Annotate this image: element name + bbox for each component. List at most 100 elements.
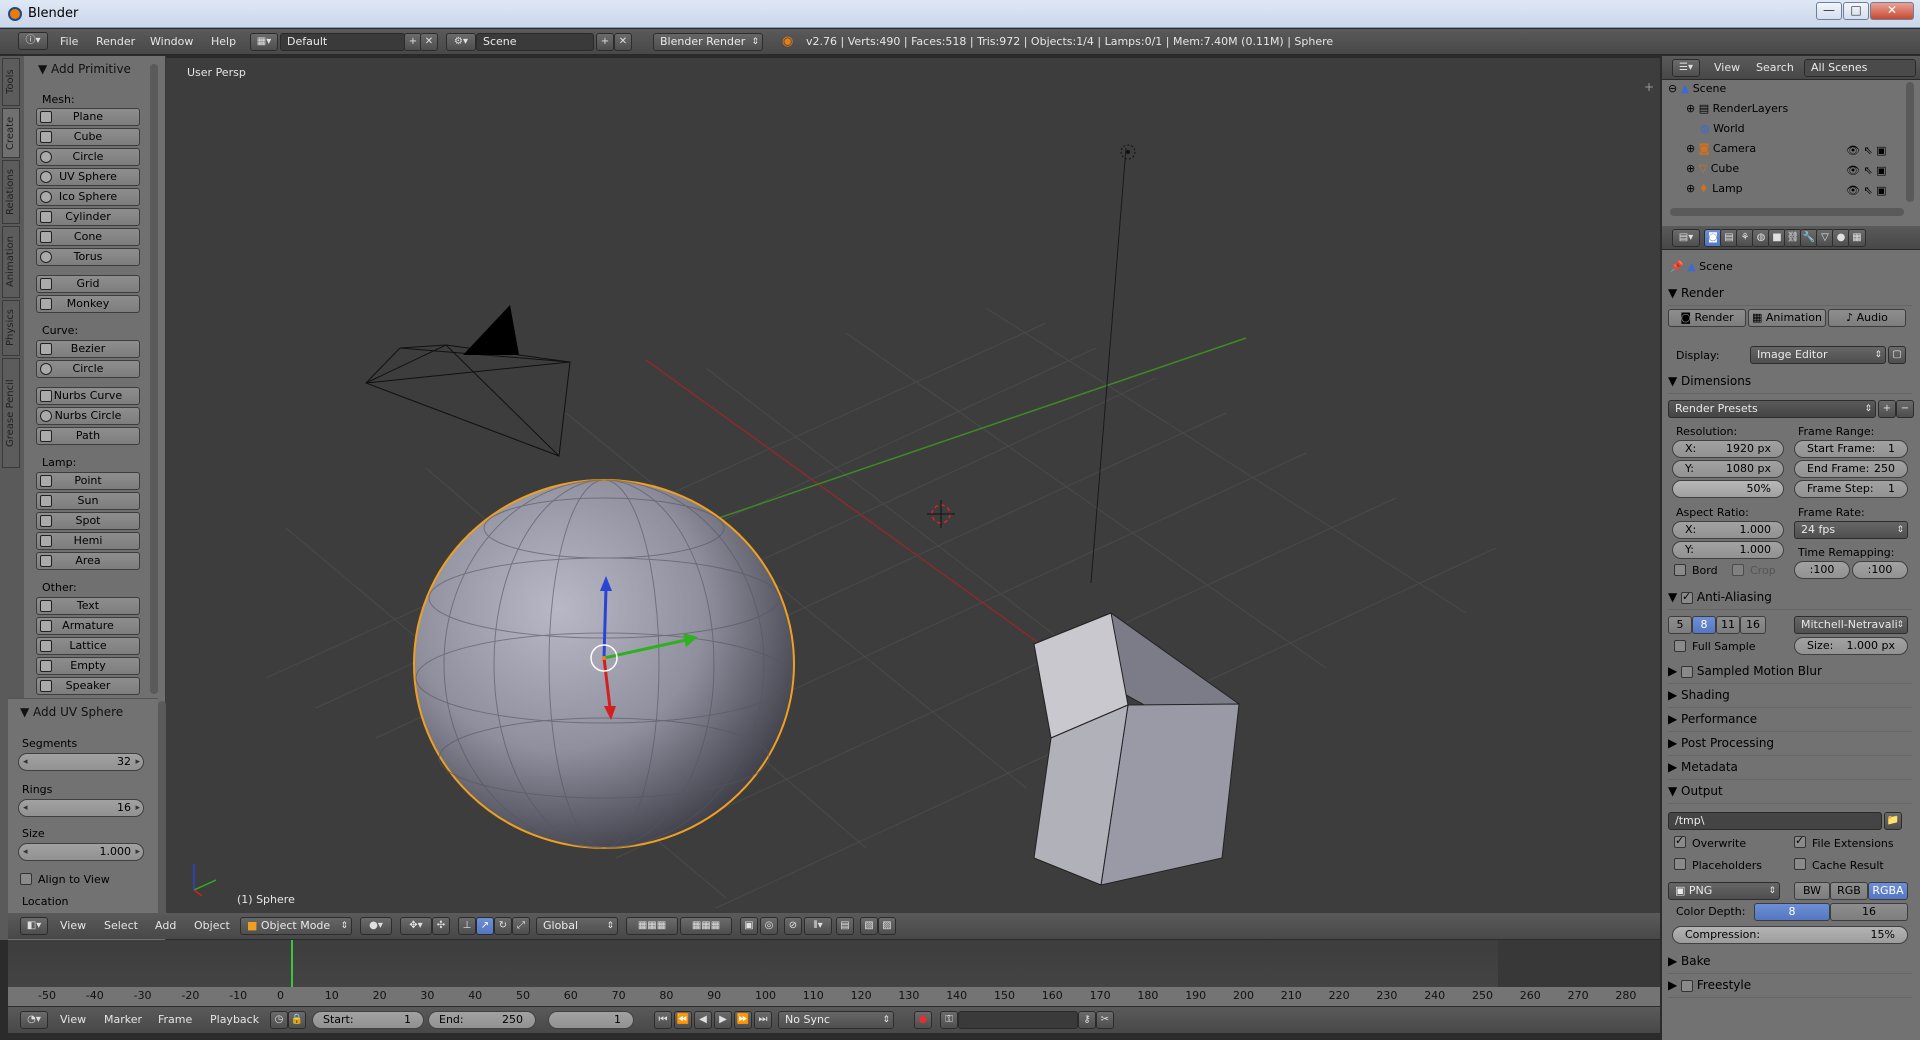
aspect-y-field[interactable]: Y: 1.000 bbox=[1672, 541, 1784, 559]
output-path-field[interactable]: /tmp\ bbox=[1668, 812, 1882, 830]
add-curve-circle-button[interactable]: Circle bbox=[36, 360, 140, 378]
bake-panel-header[interactable]: ▶ Bake bbox=[1668, 954, 1912, 974]
tab-grease-pencil[interactable]: Grease Pencil bbox=[2, 358, 20, 468]
align-to-view-checkbox[interactable] bbox=[20, 873, 32, 885]
close-button[interactable]: ✕ bbox=[1870, 2, 1914, 20]
tab-relations[interactable]: Relations bbox=[2, 160, 20, 224]
add-armature-button[interactable]: Armature bbox=[36, 617, 140, 635]
3d-viewport[interactable]: User Persp (1) Sphere + bbox=[166, 58, 1660, 913]
screen-layout-icon[interactable]: ▦▾ bbox=[250, 33, 278, 51]
visibility-eye-icon[interactable]: 👁 ⇖ ▣ bbox=[1846, 164, 1887, 177]
menu-select[interactable]: Select bbox=[104, 919, 138, 932]
add-nurbs-circle-button[interactable]: Nurbs Circle bbox=[36, 407, 140, 425]
pin-icon[interactable]: 📌 bbox=[1670, 260, 1684, 273]
freestyle-panel-header[interactable]: ▶ Freestyle bbox=[1668, 978, 1912, 998]
translate-manipulator-icon[interactable]: ↗ bbox=[476, 917, 494, 935]
dimensions-panel-header[interactable]: ▼ Dimensions bbox=[1668, 374, 1912, 394]
menu-render[interactable]: Render bbox=[96, 35, 135, 48]
lock-layers-icon[interactable]: ▣ bbox=[740, 917, 758, 935]
texture-context-icon[interactable]: ▦ bbox=[1848, 229, 1866, 247]
animation-button[interactable]: ▦ Animation bbox=[1748, 309, 1826, 327]
crop-checkbox[interactable] bbox=[1732, 564, 1744, 576]
add-text-button[interactable]: Text bbox=[36, 597, 140, 615]
metadata-panel-header[interactable]: ▶ Metadata bbox=[1668, 760, 1912, 780]
minimize-button[interactable]: — bbox=[1816, 2, 1842, 20]
resolution-x-field[interactable]: X: 1920 px bbox=[1672, 440, 1784, 458]
render-image-icon[interactable]: ▧ bbox=[860, 917, 878, 935]
add-speaker-button[interactable]: Speaker bbox=[36, 677, 140, 695]
render-engine-dropdown[interactable]: Blender Render ⇕ bbox=[653, 33, 763, 51]
overwrite-checkbox[interactable] bbox=[1674, 834, 1686, 848]
shading-panel-header[interactable]: ▶ Shading bbox=[1668, 688, 1912, 708]
aspect-x-field[interactable]: X: 1.000 bbox=[1672, 521, 1784, 539]
add-grid-button[interactable]: Grid bbox=[36, 275, 140, 293]
compression-slider[interactable]: Compression: 15% bbox=[1672, 926, 1908, 944]
add-plane-button[interactable]: Plane bbox=[36, 108, 140, 126]
cube-object[interactable] bbox=[1032, 612, 1240, 886]
outliner-menu-view[interactable]: View bbox=[1714, 61, 1740, 74]
aa-panel-header[interactable]: ▼ Anti-Aliasing bbox=[1668, 590, 1912, 610]
visibility-eye-icon[interactable]: 👁 ⇖ ▣ bbox=[1846, 184, 1887, 197]
aa-samples-16[interactable]: 16 bbox=[1740, 616, 1766, 634]
render-button[interactable]: ◙ Render bbox=[1668, 309, 1746, 327]
remove-preset-icon[interactable]: − bbox=[1896, 400, 1914, 418]
remap-new-field[interactable]: :100 bbox=[1852, 561, 1908, 579]
aa-filter-dropdown[interactable]: Mitchell-Netravali ⇕ bbox=[1794, 616, 1908, 634]
add-nurbs-curve-button[interactable]: Nurbs Curve bbox=[36, 387, 140, 405]
start-frame-field[interactable]: Start: 1 bbox=[312, 1011, 424, 1029]
end-frame-prop-field[interactable]: End Frame: 250 bbox=[1794, 460, 1908, 478]
manipulator-icon[interactable]: ✣ bbox=[432, 917, 450, 935]
lock-interface-icon[interactable]: ▢ bbox=[1888, 346, 1906, 364]
rotate-manipulator-icon[interactable]: ↻ bbox=[494, 917, 512, 935]
outliner-vscrollbar[interactable] bbox=[1906, 82, 1914, 202]
editor-type-properties-icon[interactable]: ▤▾ bbox=[1672, 229, 1700, 247]
outliner-filter-dropdown[interactable]: All Scenes bbox=[1804, 59, 1916, 77]
sync-mode-dropdown[interactable]: No Sync ⇕ bbox=[778, 1011, 894, 1029]
outliner-hscrollbar[interactable] bbox=[1670, 208, 1904, 216]
delete-keyframe-icon[interactable]: ✂ bbox=[1096, 1011, 1114, 1029]
frame-rate-dropdown[interactable]: 24 fps ⇕ bbox=[1794, 521, 1908, 539]
editor-type-outliner-icon[interactable]: ☰▾ bbox=[1672, 59, 1700, 77]
aa-samples-5[interactable]: 5 bbox=[1668, 616, 1692, 634]
color-depth-16-button[interactable]: 16 bbox=[1830, 903, 1908, 921]
pivot-point-icon[interactable]: ✥▾ bbox=[400, 917, 432, 935]
menu-view[interactable]: View bbox=[60, 919, 86, 932]
add-torus-button[interactable]: Torus bbox=[36, 248, 140, 266]
camera-object[interactable] bbox=[364, 344, 571, 457]
frame-step-field[interactable]: Frame Step: 1 bbox=[1794, 480, 1908, 498]
tab-create[interactable]: Create bbox=[2, 108, 20, 158]
prev-keyframe-icon[interactable]: ⏪ bbox=[674, 1011, 692, 1029]
add-cylinder-button[interactable]: Cylinder bbox=[36, 208, 140, 226]
menu-object[interactable]: Object bbox=[194, 919, 230, 932]
color-rgba-button[interactable]: RGBA bbox=[1868, 882, 1908, 900]
menu-marker[interactable]: Marker bbox=[104, 1013, 142, 1026]
add-empty-button[interactable]: Empty bbox=[36, 657, 140, 675]
performance-panel-header[interactable]: ▶ Performance bbox=[1668, 712, 1912, 732]
operator-scrollbar[interactable] bbox=[158, 701, 166, 933]
add-path-button[interactable]: Path bbox=[36, 427, 140, 445]
next-keyframe-icon[interactable]: ⏩ bbox=[734, 1011, 752, 1029]
tab-tools[interactable]: Tools bbox=[2, 58, 20, 106]
menu-add[interactable]: Add bbox=[155, 919, 176, 932]
remap-old-field[interactable]: :100 bbox=[1794, 561, 1850, 579]
aa-enable-checkbox[interactable] bbox=[1681, 590, 1694, 604]
snap-element-icon[interactable]: ⫴▾ bbox=[804, 917, 832, 935]
filter-size-field[interactable]: Size: 1.000 px bbox=[1794, 637, 1908, 655]
play-icon[interactable]: ▶ bbox=[714, 1011, 732, 1029]
render-presets-dropdown[interactable]: Render Presets ⇕ bbox=[1668, 400, 1876, 418]
manipulator-toggle-icon[interactable]: ⊥ bbox=[458, 917, 476, 935]
folder-browse-icon[interactable]: 📁 bbox=[1884, 812, 1902, 830]
remove-layout-icon[interactable]: ✕ bbox=[420, 33, 438, 51]
editor-type-3dview-icon[interactable]: ◧▾ bbox=[20, 917, 48, 935]
add-spot-lamp-button[interactable]: Spot bbox=[36, 512, 140, 530]
add-preset-icon[interactable]: + bbox=[1878, 400, 1896, 418]
menu-frame[interactable]: Frame bbox=[158, 1013, 192, 1026]
placeholders-checkbox[interactable] bbox=[1674, 858, 1686, 870]
add-bezier-button[interactable]: Bezier bbox=[36, 340, 140, 358]
resolution-percent-field[interactable]: 50% bbox=[1672, 480, 1784, 498]
menu-playback[interactable]: Playback bbox=[210, 1013, 259, 1026]
tab-physics[interactable]: Physics bbox=[2, 300, 20, 356]
motion-blur-panel-header[interactable]: ▶ Sampled Motion Blur bbox=[1668, 664, 1912, 684]
preview-range-icon[interactable]: ◷ bbox=[270, 1011, 288, 1029]
full-sample-checkbox[interactable] bbox=[1674, 640, 1686, 652]
